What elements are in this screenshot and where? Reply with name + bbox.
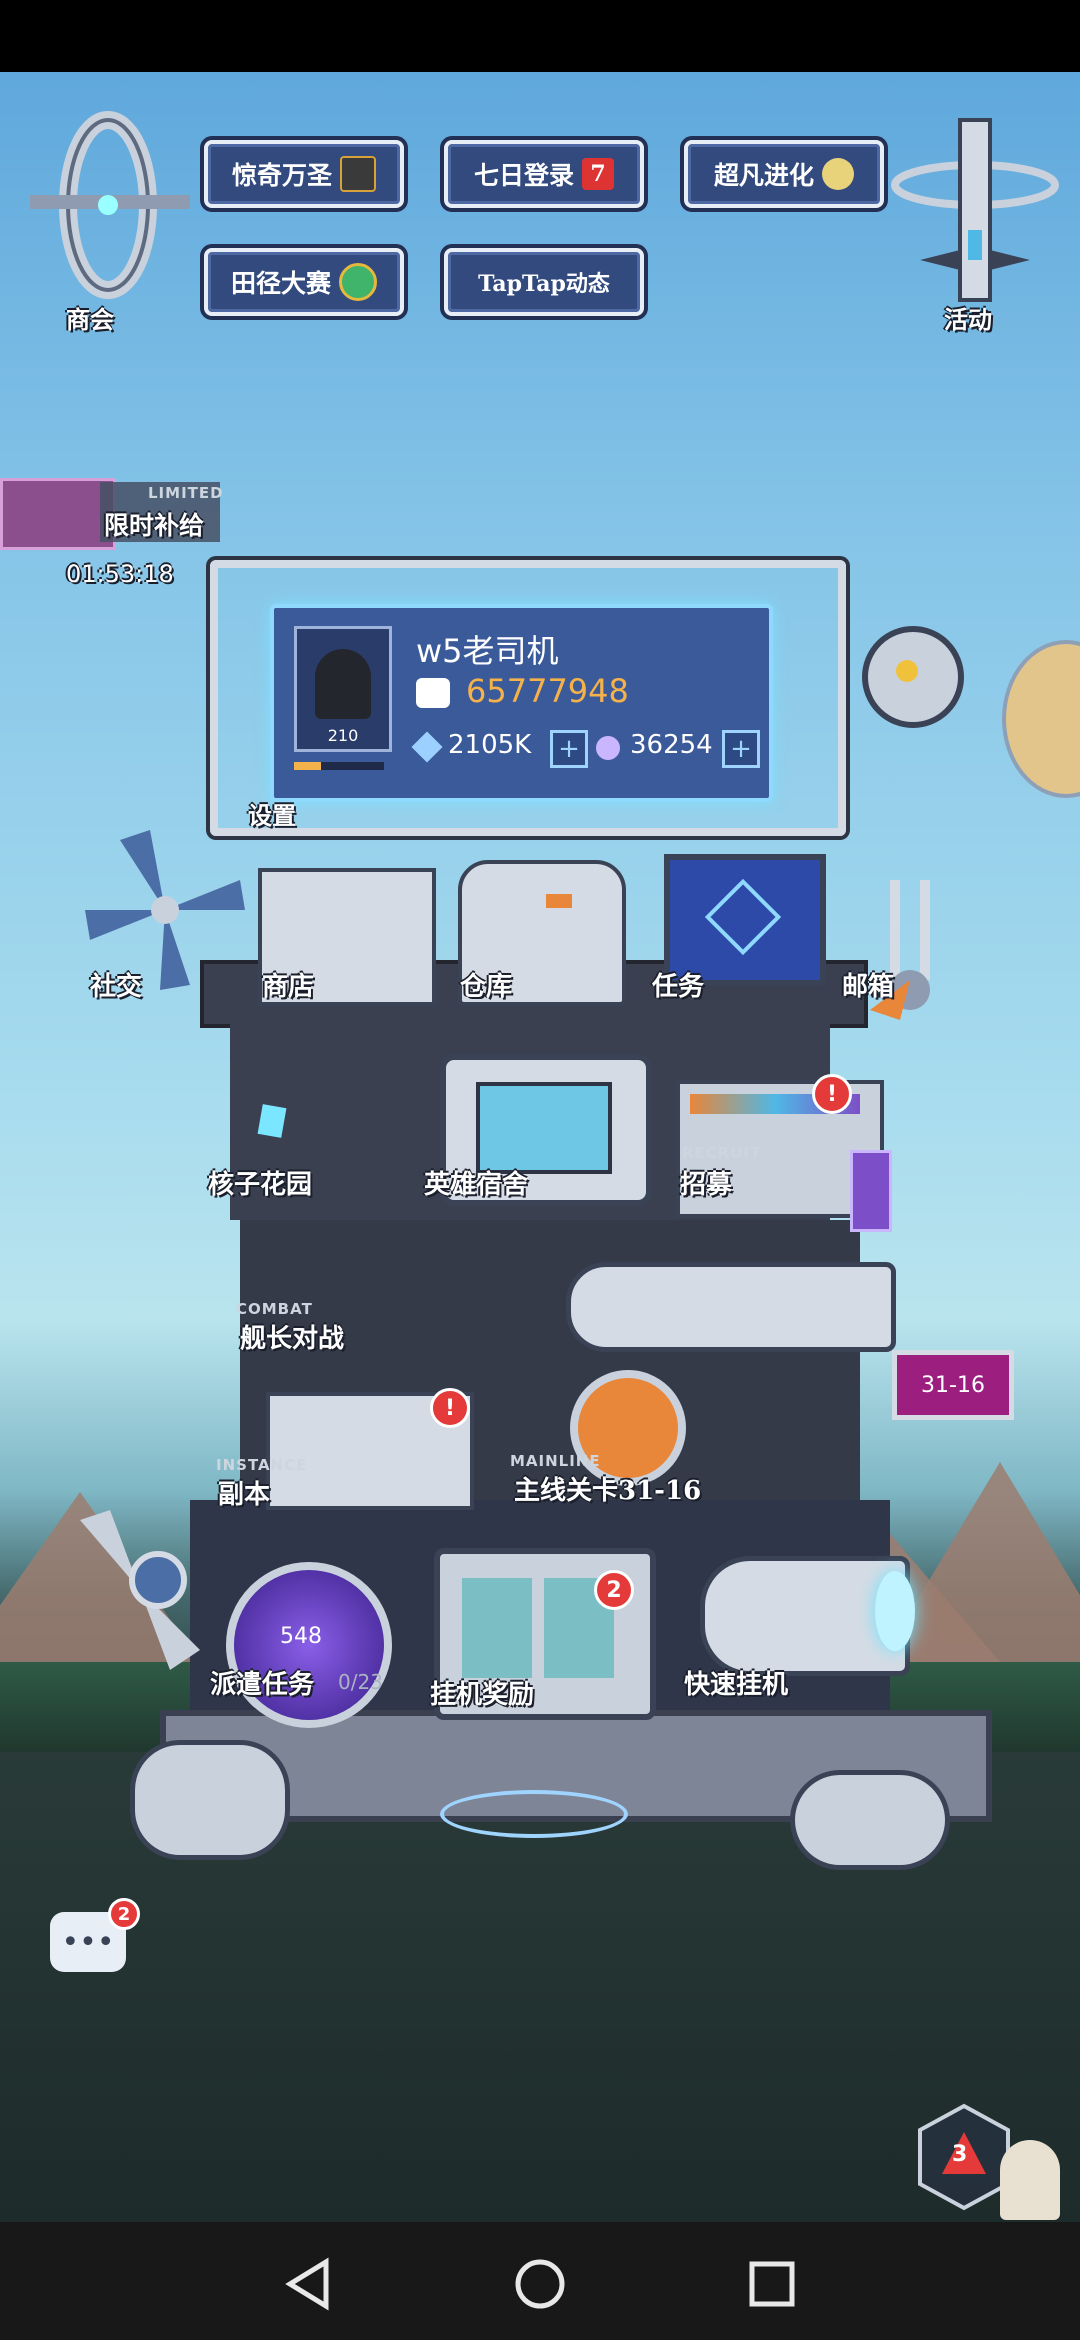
back-button[interactable] <box>282 2256 338 2312</box>
recents-button[interactable] <box>744 2256 800 2312</box>
seven-day-login-button[interactable]: 七日登录 7 <box>444 140 644 208</box>
warehouse-sign-icon <box>546 894 572 908</box>
task-screen-icon <box>704 878 782 956</box>
recruit-alert-badge: ! <box>812 1074 852 1114</box>
ring-icon <box>30 111 190 299</box>
avatar-portrait <box>315 649 371 719</box>
mainline-tag: MAINLINE <box>510 1452 601 1470</box>
side-tag-icon <box>850 1150 892 1232</box>
cube-icon <box>257 1104 287 1138</box>
limited-timer: 01:53:18 <box>66 560 174 588</box>
chat-bubble-icon: ••• <box>61 1924 115 1960</box>
supply-shop-icon <box>0 478 116 550</box>
profile-panel[interactable]: 210 w5老司机 65777948 2105K + 36254 + <box>270 604 773 802</box>
recents-square-icon <box>749 2261 795 2307</box>
evolution-label: 超凡进化 <box>713 161 814 190</box>
player-level: 210 <box>327 726 359 745</box>
crystal-icon <box>411 731 443 763</box>
shop-label: 商店 <box>262 972 315 1002</box>
idle-reward-badge: 2 <box>594 1570 634 1610</box>
exp-fill <box>294 762 321 770</box>
dispatch-value: 548 <box>280 1624 322 1649</box>
currency1-add-button[interactable]: + <box>550 730 588 768</box>
taptap-label: TapTap动态 <box>478 271 610 297</box>
combat-power: 65777948 <box>466 672 629 710</box>
satellite-icon <box>891 118 1059 302</box>
medal-icon <box>339 263 377 301</box>
gem-icon <box>596 736 620 760</box>
halloween-button[interactable]: 惊奇万圣 <box>204 140 404 208</box>
captain-battle-label[interactable]: 舰长对战 <box>240 1318 344 1355</box>
events-button[interactable] <box>890 110 1060 320</box>
limited-supply-button[interactable]: LIMITED 限时补给 <box>0 468 223 558</box>
dispatch-portal[interactable]: 548 <box>226 1562 392 1728</box>
mainline-label[interactable]: 主线关卡31-16 <box>514 1470 701 1507</box>
warehouse-label: 仓库 <box>460 972 513 1002</box>
guild-button[interactable] <box>30 110 190 300</box>
right-leg <box>790 1770 950 1870</box>
dorm-window <box>476 1082 612 1174</box>
home-circle-icon <box>515 2259 565 2309</box>
fan-arm <box>70 1510 210 1670</box>
settings-button[interactable]: 设置 <box>248 796 296 831</box>
currency2-add-button[interactable]: + <box>722 730 760 768</box>
combat-tag: COMBAT <box>236 1300 313 1318</box>
core-garden-label[interactable]: 核子花园 <box>208 1164 312 1201</box>
radar-eye-icon[interactable] <box>862 626 964 728</box>
recruit-tag: RECRUIT <box>682 1144 762 1162</box>
mailbox-label: 邮箱 <box>842 972 895 1002</box>
tasks-label: 任务 <box>652 972 705 1002</box>
mailbox-station[interactable] <box>860 870 960 1030</box>
status-bar <box>0 0 1080 72</box>
character-sprite <box>1000 2140 1060 2220</box>
idle-pod-left <box>462 1578 532 1678</box>
limited-tag: LIMITED <box>148 484 224 502</box>
quick-idle-station[interactable] <box>700 1556 915 1676</box>
eye-pupil <box>896 660 918 682</box>
events-label: 活动 <box>944 305 992 334</box>
dice-button[interactable]: 3 <box>916 2102 1012 2212</box>
chat-badge: 2 <box>108 1898 140 1930</box>
recruit-label: 招募 <box>680 1170 733 1200</box>
hero-dorm-label: 英雄宿舍 <box>424 1170 529 1200</box>
stage-indicator[interactable]: 31-16 <box>892 1350 1014 1420</box>
currency2-value: 36254 <box>630 730 713 760</box>
home-button[interactable] <box>512 2256 568 2312</box>
instance-label: 副本 <box>218 1480 271 1510</box>
antenna-icon <box>870 880 930 1020</box>
player-name: w5老司机 <box>416 632 559 670</box>
idle-reward-label: 挂机奖励 <box>430 1680 535 1710</box>
track-event-label: 田径大赛 <box>230 269 331 298</box>
seven-day-login-label: 七日登录 <box>473 161 574 190</box>
social-label: 社交 <box>90 972 143 1002</box>
thruster-glow <box>875 1571 915 1651</box>
track-event-button[interactable]: 田径大赛 <box>204 248 404 316</box>
cannon-arm <box>566 1262 896 1352</box>
taptap-button[interactable]: TapTap动态 <box>444 248 644 316</box>
left-leg <box>130 1740 290 1860</box>
propeller-icon <box>80 1510 200 1670</box>
back-triangle-icon <box>285 2257 329 2311</box>
guild-label: 商会 <box>66 305 114 334</box>
chest-icon <box>340 156 376 192</box>
evolution-button[interactable]: 超凡进化 <box>684 140 884 208</box>
quick-idle-label: 快速挂机 <box>684 1670 789 1700</box>
dispatch-count: 0/23 <box>338 1670 383 1694</box>
calendar-icon: 7 <box>582 158 614 190</box>
power-fist-icon <box>416 678 450 708</box>
avatar[interactable]: 210 <box>294 626 392 752</box>
limited-label: 限时补给 <box>104 511 205 540</box>
halloween-label: 惊奇万圣 <box>231 161 332 190</box>
dispatch-label: 派遣任务 <box>210 1670 315 1700</box>
trophy-icon <box>822 158 854 190</box>
currency1-value: 2105K <box>448 730 532 760</box>
exp-bar <box>294 762 384 770</box>
instance-tag: INSTANCE <box>216 1456 308 1474</box>
instance-alert-badge: ! <box>430 1388 470 1428</box>
dice-count: 3 <box>952 2142 968 2167</box>
hover-ring <box>440 1790 628 1838</box>
